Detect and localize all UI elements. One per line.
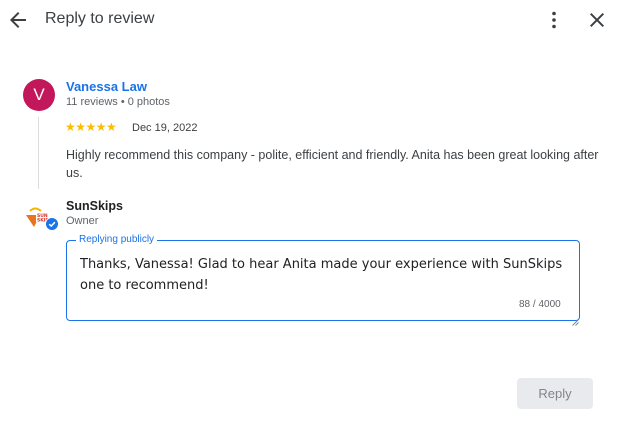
reviewer-avatar[interactable]: V [23,79,55,111]
close-icon [590,13,604,27]
dialog-header: Reply to review [0,0,617,40]
reply-input[interactable]: Thanks, Vanessa! Glad to hear Anita made… [80,254,570,296]
verified-check-icon [45,217,59,231]
reviewer-name-link[interactable]: Vanessa Law [66,79,147,94]
reply-button[interactable]: Reply [517,378,593,409]
reviewer-meta: 11 reviews • 0 photos [66,96,170,108]
more-options-button[interactable] [542,8,566,32]
star-rating: ★★★★★ [65,120,117,134]
back-button[interactable] [6,8,30,32]
character-counter: 88 / 4000 [519,299,561,310]
arrow-back-icon [10,12,26,28]
review-text: Highly recommend this company - polite, … [66,148,599,180]
reply-field-label: Replying publicly [76,234,158,245]
more-vert-icon [552,11,556,29]
thread-line [38,117,39,189]
review-date: Dec 19, 2022 [132,122,198,134]
close-button[interactable] [585,8,609,32]
resize-handle-icon[interactable] [572,313,579,326]
dialog-title: Reply to review [45,10,155,27]
business-name: SunSkips [66,199,123,213]
business-role: Owner [66,215,99,227]
